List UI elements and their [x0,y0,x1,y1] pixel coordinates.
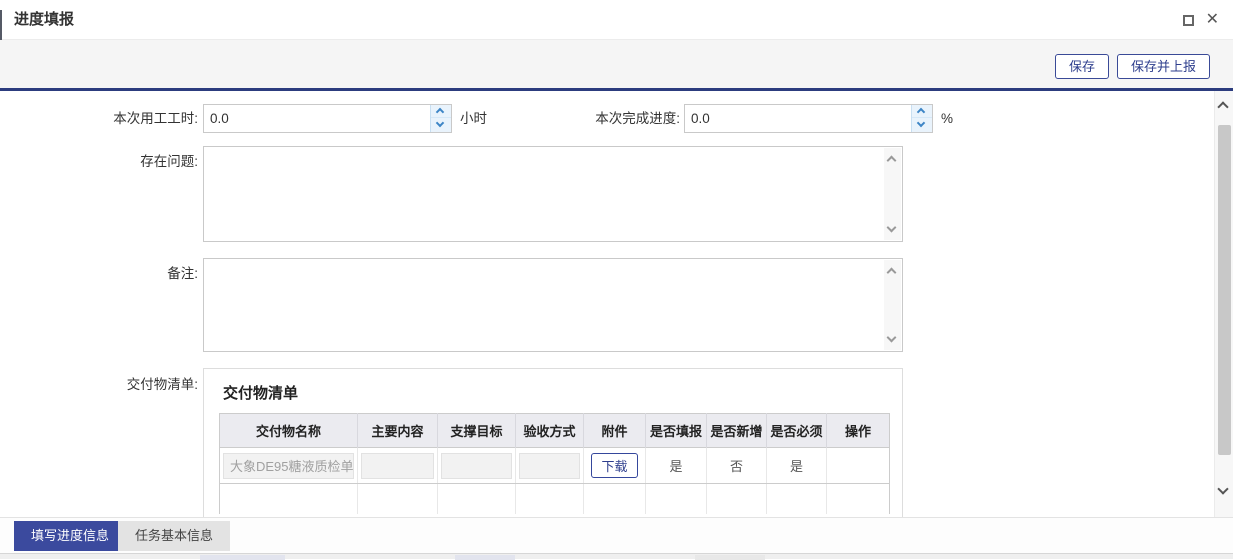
form-content: 本次用工工时: 小时 本次完成进度: % 存在问题: [0,91,1233,517]
col-main-content: 主要内容 [358,414,438,448]
col-is-filled: 是否填报 [646,414,707,448]
remarks-label: 备注: [0,262,198,282]
deliverable-name-input: 大象DE95糖液质检单 [223,453,354,479]
scrollbar-thumb[interactable] [1218,125,1231,455]
background-segment [695,555,765,560]
tab-progress-info[interactable]: 填写进度信息 [14,521,126,551]
scroll-up-icon[interactable] [1217,101,1228,112]
col-acceptance-method: 验收方式 [516,414,584,448]
dialog-scrollbar[interactable] [1214,91,1233,517]
progress-unit: % [941,104,953,133]
col-is-required: 是否必须 [767,414,827,448]
remarks-textarea[interactable] [204,259,884,351]
col-deliverable-name: 交付物名称 [220,414,358,448]
remarks-scrollbar[interactable] [884,260,901,350]
spinner-down-icon[interactable] [431,119,451,132]
progress-label: 本次完成进度: [480,104,680,133]
table-row: 大象DE95糖液质检单 下载 是 否 是 [220,448,890,484]
background-segment [200,555,285,560]
col-support-target: 支撑目标 [438,414,516,448]
remarks-field [203,258,903,352]
table-empty-row [220,484,890,514]
progress-input[interactable] [685,105,911,132]
bottom-tabbar: 填写进度信息 任务基本信息 [0,517,1233,553]
scroll-down-icon[interactable] [887,333,897,343]
spinner-down-icon[interactable] [912,119,932,132]
issues-field [203,146,903,242]
support-target-input [441,453,512,479]
operation-cell [827,448,890,484]
is-filled-value: 是 [646,448,707,484]
issues-textarea[interactable] [204,147,884,241]
progress-report-dialog: 进度填报 ✕ 保存 保存并上报 本次用工工时: 小时 本次完成进度: [0,0,1233,559]
dialog-titlebar: 进度填报 ✕ [0,0,1233,40]
is-new-value: 否 [707,448,767,484]
tab-task-basic-info[interactable]: 任务基本信息 [118,521,230,551]
work-hours-spinner [430,105,451,132]
save-and-submit-button[interactable]: 保存并上报 [1117,54,1210,79]
is-required-value: 是 [767,448,827,484]
col-operation: 操作 [827,414,890,448]
deliverables-panel-title: 交付物清单 [223,382,298,403]
work-hours-label: 本次用工工时: [0,104,198,133]
toolbar: 保存 保存并上报 [0,40,1233,88]
work-hours-input[interactable] [204,105,430,132]
scroll-up-icon[interactable] [887,156,897,166]
spinner-up-icon[interactable] [912,105,932,118]
progress-field [684,104,933,133]
scroll-down-icon[interactable] [887,223,897,233]
download-button[interactable]: 下载 [591,453,637,478]
col-is-new: 是否新增 [707,414,767,448]
background-segment [455,555,515,560]
scroll-up-icon[interactable] [887,268,897,278]
main-content-input [361,453,434,479]
underlying-page-strip [0,553,1233,559]
issues-scrollbar[interactable] [884,148,901,240]
issues-label: 存在问题: [0,150,198,170]
acceptance-input [519,453,580,479]
save-button[interactable]: 保存 [1055,54,1109,79]
window-controls: ✕ [1183,0,1219,40]
scroll-down-icon[interactable] [1217,483,1228,494]
deliverables-table: 交付物名称 主要内容 支撑目标 验收方式 附件 是否填报 是否新增 是否必须 操… [219,413,890,514]
progress-spinner [911,105,932,132]
maximize-icon[interactable] [1183,15,1194,26]
table-header-row: 交付物名称 主要内容 支撑目标 验收方式 附件 是否填报 是否新增 是否必须 操… [220,414,890,448]
deliverables-panel: 交付物清单 交付物名称 主要内容 支撑目标 验收方式 附件 是否填报 是否新增 [203,368,903,517]
spinner-up-icon[interactable] [431,105,451,118]
close-icon[interactable]: ✕ [1206,12,1219,28]
col-attachment: 附件 [584,414,646,448]
deliverables-label: 交付物清单: [0,373,198,393]
dialog-title: 进度填报 [14,0,74,40]
work-hours-field [203,104,452,133]
